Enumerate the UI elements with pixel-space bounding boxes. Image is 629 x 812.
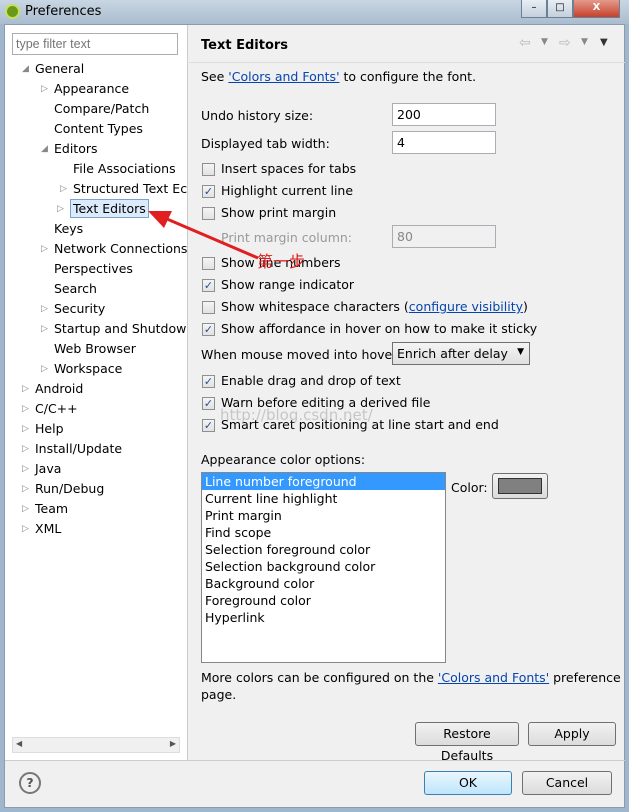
watermark: http://blog.csdn.net/ (220, 406, 373, 424)
annotation-text: 第一步 (257, 252, 306, 271)
